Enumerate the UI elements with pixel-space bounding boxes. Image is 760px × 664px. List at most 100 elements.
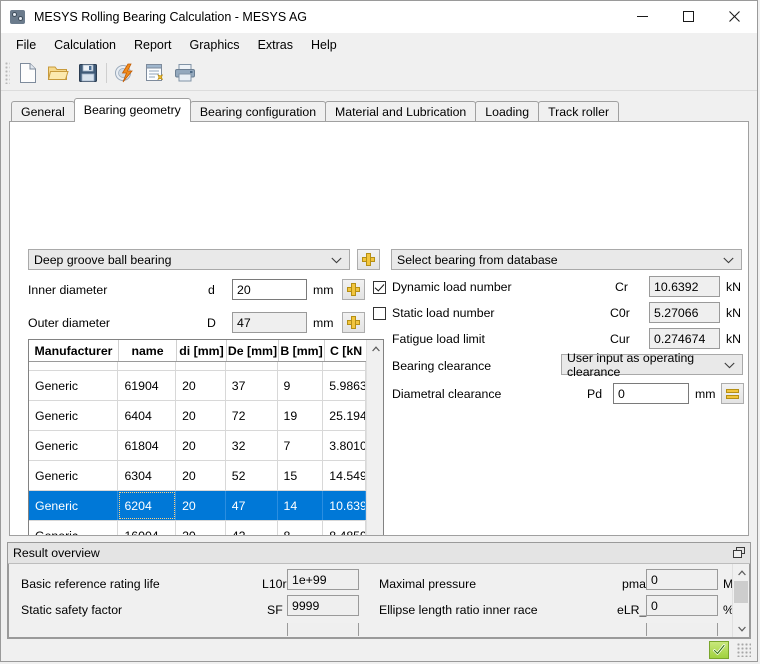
fatigue-load-limit-value: 0.274674 — [654, 332, 705, 346]
cell-name: 6404 — [118, 401, 176, 430]
tab-bearing-configuration[interactable]: Bearing configuration — [190, 101, 326, 121]
column-header-de[interactable]: De [mm] — [227, 340, 279, 361]
outer-diameter-symbol: D — [207, 316, 216, 330]
scroll-down-icon[interactable] — [733, 620, 750, 637]
menu-report[interactable]: Report — [125, 35, 181, 55]
cell-manufacturer: Generic — [29, 461, 118, 490]
close-button[interactable] — [711, 1, 757, 32]
cell-b: 8 — [278, 362, 324, 370]
open-folder-icon[interactable] — [43, 59, 73, 87]
bearing-clearance-combo[interactable]: User input as operating clearance — [561, 354, 743, 375]
static-load-number-unit: kN — [726, 306, 741, 320]
cell-manufacturer: Generic — [29, 371, 118, 400]
scroll-up-icon[interactable] — [367, 340, 384, 357]
cell-de: 47 — [226, 491, 278, 520]
fatigue-load-limit-input[interactable]: 0.274674 — [649, 328, 720, 349]
static-load-number-value: 5.27066 — [654, 306, 698, 320]
result-input-clipped-right[interactable] — [646, 623, 718, 636]
cell-de: 52 — [226, 461, 278, 490]
result-label-elri: Ellipse length ratio inner race — [379, 603, 538, 617]
bars-icon — [726, 389, 739, 393]
cell-b: 9 — [278, 371, 324, 400]
toolbar-grip[interactable] — [5, 62, 10, 84]
clearance-options-button[interactable] — [721, 383, 744, 404]
add-inner-diameter-button[interactable] — [342, 279, 365, 300]
tab-loading[interactable]: Loading — [475, 101, 539, 121]
undock-icon[interactable] — [733, 547, 745, 559]
result-value-l10r: 1e+99 — [292, 573, 327, 587]
result-overview-header: Result overview — [8, 543, 750, 564]
table-row[interactable]: Generic 61804 20 32 7 3.8010 — [29, 431, 366, 461]
database-combo-value: Select bearing from database — [397, 253, 558, 267]
tab-general[interactable]: General — [11, 101, 75, 121]
static-load-number-label: Static load number — [392, 306, 495, 320]
cell-c: 8.4859 — [323, 521, 366, 536]
dynamic-load-number-checkbox[interactable] — [373, 281, 386, 294]
window-title: MESYS Rolling Bearing Calculation - MESY… — [34, 10, 619, 24]
static-load-number-input[interactable]: 5.27066 — [649, 302, 720, 323]
table-row[interactable]: Generic 62004 20 32 8 5.0010 — [29, 362, 366, 371]
bearing-type-combo[interactable]: Deep groove ball bearing — [28, 249, 350, 270]
diametral-clearance-input[interactable]: 0 — [613, 383, 689, 404]
resize-grip[interactable] — [737, 643, 751, 657]
save-floppy-icon[interactable] — [73, 59, 103, 87]
menu-file[interactable]: File — [7, 35, 45, 55]
chevron-down-icon — [724, 358, 735, 372]
column-header-b[interactable]: B [mm] — [279, 340, 325, 361]
menu-calculation[interactable]: Calculation — [45, 35, 125, 55]
result-value-elri: 0 — [651, 599, 658, 613]
toolbar-separator — [106, 63, 107, 83]
add-outer-diameter-button[interactable] — [342, 312, 365, 333]
menu-extras[interactable]: Extras — [249, 35, 302, 55]
table-row[interactable]: Generic 6404 20 72 19 25.194 — [29, 401, 366, 431]
result-input-sf[interactable]: 9999 — [287, 595, 359, 616]
table-row[interactable]: Generic 6304 20 52 15 14.549 — [29, 461, 366, 491]
cell-di: 20 — [176, 401, 226, 430]
cell-b: 15 — [278, 461, 324, 490]
report-icon[interactable] — [140, 59, 170, 87]
new-file-icon[interactable] — [13, 59, 43, 87]
column-header-name[interactable]: name — [119, 340, 177, 361]
tab-track-roller[interactable]: Track roller — [538, 101, 619, 121]
result-scroll-thumb[interactable] — [734, 581, 748, 603]
scroll-up-icon[interactable] — [733, 564, 750, 581]
column-header-c[interactable]: C [kN — [325, 340, 368, 361]
result-input-pmax[interactable]: 0 — [646, 569, 718, 590]
calculate-lightning-icon[interactable] — [110, 59, 140, 87]
inner-diameter-value: 20 — [237, 283, 251, 297]
cell-name: 61904 — [118, 371, 176, 400]
result-input-clipped-left[interactable] — [287, 623, 359, 636]
table-vertical-scrollbar[interactable] — [366, 340, 383, 536]
menu-help[interactable]: Help — [302, 35, 346, 55]
cell-b: 7 — [278, 431, 324, 460]
table-row[interactable]: Generic 16004 20 42 8 8.4859 — [29, 521, 366, 536]
print-icon[interactable] — [170, 59, 200, 87]
result-scrollbar[interactable] — [732, 564, 749, 637]
result-input-l10r[interactable]: 1e+99 — [287, 569, 359, 590]
result-input-elri[interactable]: 0 — [646, 595, 718, 616]
dynamic-load-number-input[interactable]: 10.6392 — [649, 276, 720, 297]
column-header-di[interactable]: di [mm] — [177, 340, 227, 361]
minimize-button[interactable] — [619, 1, 665, 32]
dynamic-load-number-label: Dynamic load number — [392, 280, 512, 294]
table-body: Generic 62004 20 32 8 5.0010 Generic 619… — [29, 362, 366, 536]
outer-diameter-input[interactable]: 47 — [232, 312, 307, 333]
tab-bearing-geometry[interactable]: Bearing geometry — [74, 98, 191, 122]
menu-graphics[interactable]: Graphics — [181, 35, 249, 55]
column-header-manufacturer[interactable]: Manufacturer — [29, 340, 119, 361]
maximize-button[interactable] — [665, 1, 711, 32]
cell-b: 19 — [278, 401, 324, 430]
inner-diameter-input[interactable]: 20 — [232, 279, 307, 300]
chevron-down-icon — [723, 253, 734, 267]
table-row-selected[interactable]: Generic 6204 20 47 14 10.639 — [29, 491, 366, 521]
plus-icon — [347, 316, 360, 329]
window-controls — [619, 1, 757, 32]
dynamic-load-number-unit: kN — [726, 280, 741, 294]
table-row[interactable]: Generic 61904 20 37 9 5.9863 — [29, 371, 366, 401]
outer-diameter-value: 47 — [237, 316, 251, 330]
green-check-icon[interactable] — [709, 641, 729, 659]
tab-material-lubrication[interactable]: Material and Lubrication — [325, 101, 476, 121]
database-combo[interactable]: Select bearing from database — [391, 249, 742, 270]
static-load-number-checkbox[interactable] — [373, 307, 386, 320]
add-bearing-type-button[interactable] — [357, 249, 380, 270]
